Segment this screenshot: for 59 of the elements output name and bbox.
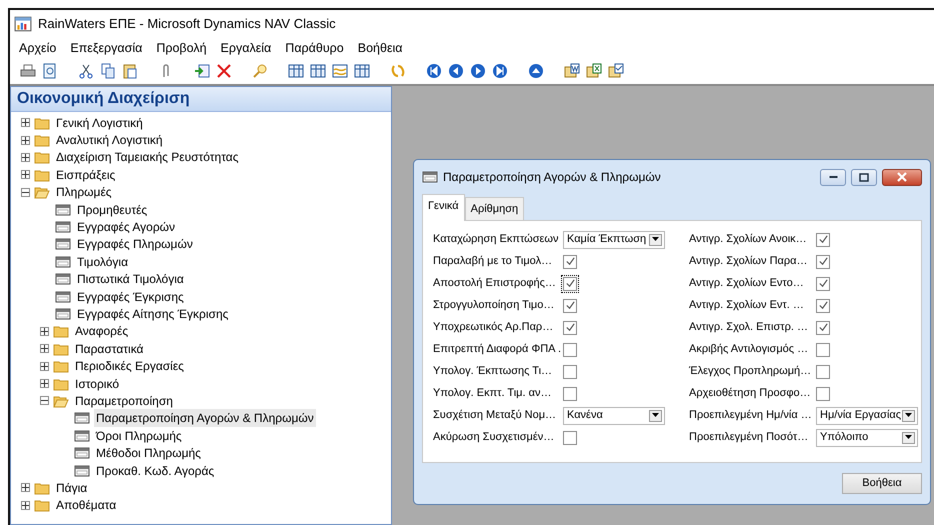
field-label: Αντιγρ. Σχολ. Επιστρ. … [689,320,809,336]
dialog-title: Παραμετροποίηση Αγορών & Πληρωμών [443,169,662,186]
tree-item[interactable]: Αναφορές [73,322,130,340]
tree-item[interactable]: Εισπράξεις [54,166,118,184]
tree-item[interactable]: Τιμολόγια [75,252,130,271]
tree-item[interactable]: Πληρωμές [54,183,114,202]
field-label: Αρχειοθέτηση Προσφο… [689,386,812,402]
field-label: Υπολογ. Εκπτ. Τιμ. αν… [433,386,552,402]
tab[interactable]: Γενικά [422,194,465,220]
field-label: Αντιγρ. Σχολίων Εντ. … [689,298,805,314]
menu-item[interactable]: Βοήθεια [350,38,410,58]
tree-item[interactable]: Πάγια [54,478,90,497]
tree-item[interactable]: Πιστωτικά Τιμολόγια [75,270,186,288]
tree-item[interactable]: Εγγραφές Αγορών [75,218,178,236]
field-label: Επιτρεπτή Διαφορά ΦΠΑ . [433,342,562,358]
field-label: Υπολογ. Έκπτωσης Τι… [433,364,554,380]
field-label: Παραλαβή με το Τιμολ… [433,254,554,270]
tree-item[interactable]: Γενική Λογιστική [54,114,145,132]
menu-item[interactable]: Επεξεργασία [63,38,150,58]
field-label: Υποχρεωτικός Αρ.Παρ… [433,320,554,336]
tree-item[interactable]: Παραμετροποίηση [73,392,175,410]
field-label: Αντιγρ. Σχολίων Εντο… [689,276,805,292]
tree-item[interactable]: Παραμετροποίηση Αγορών & Πληρωμών [94,409,316,428]
tree-item[interactable]: Εγγραφές Έγκρισης [75,288,186,306]
tree-item[interactable]: Περιοδικές Εργασίες [73,357,186,376]
field-label: Αντιγρ. Σχολίων Παρα… [689,254,808,270]
tree-item[interactable]: Προκαθ. Κωδ. Αγοράς [94,462,216,480]
field-label: Ακριβής Αντιλογισμός … [689,342,810,358]
dropdown-field[interactable]: Κανένα [563,406,665,424]
field-label: Καταχώρηση Εκπτώσεων [433,232,560,248]
menu-item[interactable]: Προβολή [149,38,214,58]
field-label: Αντιγρ. Σχολίων Ανοικ… [689,232,808,248]
help-button[interactable]: Βοήθεια [842,472,922,494]
field-label: Αποστολή Επιστροφής… [433,276,557,292]
field-label: Προεπιλεγμένη Ποσότ… [689,430,810,446]
field-label: Έλεγχος Προπληρωμή… [689,364,812,380]
tree-item[interactable]: Εγγραφές Αίτησης Έγκρισης [75,305,230,323]
tree-item[interactable]: Παραστατικά [73,340,146,358]
tree-item[interactable]: Προμηθευτές [75,200,150,219]
dropdown-field[interactable]: Ημ/νία Εργασίας [816,406,918,424]
tree-item[interactable]: Αποθέματα [54,496,118,514]
tab[interactable]: Αρίθμηση [464,197,524,220]
tree-item[interactable]: Ιστορικό [73,374,122,393]
tree-item[interactable]: Εγγραφές Πληρωμών [75,235,195,254]
tree-item[interactable]: Μέθοδοι Πληρωμής [94,444,203,462]
field-label: Στρογγυλοποίηση Τιμο… [433,298,556,314]
tree-item[interactable]: Διαχείριση Ταμειακής Ρευστότητας [54,148,241,166]
menu-item[interactable]: Αρχείο [12,38,64,58]
dropdown-field[interactable]: Καμία Έκπτωση [563,230,665,248]
field-label: Ακύρωση Συσχετισμέν… [433,430,556,446]
pane-title: Οικονομική Διαχείριση [11,87,391,112]
dropdown-field[interactable]: Υπόλοιπο [816,428,918,446]
window-title: RainWaters ΕΠΕ - Microsoft Dynamics NAV Classic [38,15,336,34]
tree-item[interactable]: Αναλυτική Λογιστική [54,131,165,150]
tree-item[interactable]: Όροι Πληρωμής [94,426,184,445]
field-label: Προεπιλεγμένη Ημ/νία … [689,408,813,424]
menu-item[interactable]: Εργαλεία [214,38,278,58]
menu-item[interactable]: Παράθυρο [278,38,351,58]
field-label: Συσχέτιση Μεταξύ Νομ… [433,408,558,424]
